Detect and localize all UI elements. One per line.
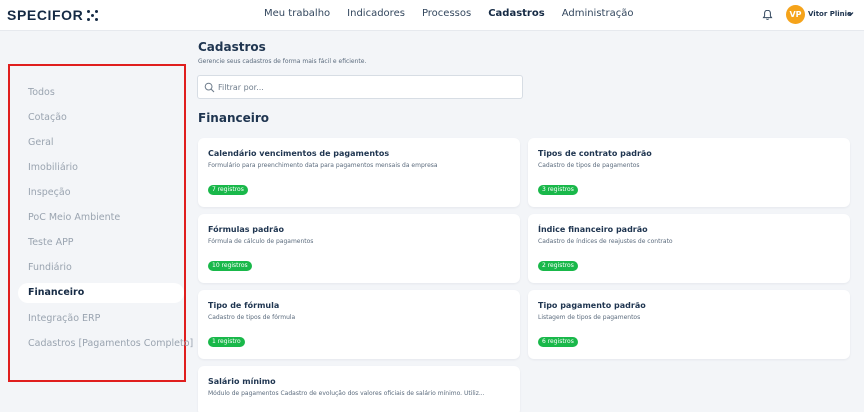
sidebar-item-geral[interactable]: Geral xyxy=(18,133,184,153)
records-count-badge: 2 registros xyxy=(538,261,578,271)
card-title: Fórmulas padrão xyxy=(208,225,284,234)
sidebar-item-todos[interactable]: Todos xyxy=(18,83,184,103)
search-icon xyxy=(204,82,215,93)
logo-text: SPECIFOR xyxy=(7,7,84,23)
page-title: Cadastros xyxy=(198,40,266,54)
sidebar-item-cotacao[interactable]: Cotação xyxy=(18,108,184,128)
records-count-badge: 1 registro xyxy=(208,337,245,347)
card-tipos-de-contrato[interactable]: Tipos de contrato padrão Cadastro de tip… xyxy=(528,138,850,207)
sidebar-item-poc-meio-ambiente[interactable]: PoC Meio Ambiente xyxy=(18,208,184,228)
sidebar-item-inspecao[interactable]: Inspeção xyxy=(18,183,184,203)
card-title: Índice financeiro padrão xyxy=(538,225,648,234)
records-count-badge: 3 registros xyxy=(538,185,578,195)
card-description: Formulário para preenchimento data para … xyxy=(208,162,438,169)
card-tipo-de-formula[interactable]: Tipo de fórmula Cadastro de tipos de fór… xyxy=(198,290,520,359)
nav-meu-trabalho[interactable]: Meu trabalho xyxy=(264,8,330,19)
card-description: Cadastro de tipos de pagamentos xyxy=(538,162,640,169)
section-title: Financeiro xyxy=(198,111,270,125)
card-calendario-vencimentos[interactable]: Calendário vencimentos de pagamentos For… xyxy=(198,138,520,207)
records-count-badge: 7 registros xyxy=(208,185,248,195)
nav-administracao[interactable]: Administração xyxy=(562,8,634,19)
user-name[interactable]: Vitor Plinio xyxy=(808,10,852,18)
card-title: Tipo de fórmula xyxy=(208,301,280,310)
nav-indicadores[interactable]: Indicadores xyxy=(347,8,405,19)
card-description: Cadastro de índices de reajustes de cont… xyxy=(538,238,673,245)
sidebar-item-imobiliario[interactable]: Imobiliário xyxy=(18,158,184,178)
category-sidebar: Todos Cotação Geral Imobiliário Inspeção… xyxy=(8,64,193,382)
card-title: Salário mínimo xyxy=(208,377,276,386)
filter-input[interactable] xyxy=(218,79,508,95)
nav-cadastros[interactable]: Cadastros xyxy=(488,8,544,19)
chevron-down-icon[interactable] xyxy=(847,11,854,17)
card-tipo-pagamento[interactable]: Tipo pagamento padrão Listagem de tipos … xyxy=(528,290,850,359)
filter-search-box xyxy=(197,75,523,99)
card-formulas-padrao[interactable]: Fórmulas padrão Fórmula de cálculo de pa… xyxy=(198,214,520,283)
sidebar-item-fundiario[interactable]: Fundiário xyxy=(18,258,184,278)
card-indice-financeiro[interactable]: Índice financeiro padrão Cadastro de índ… xyxy=(528,214,850,283)
card-title: Tipo pagamento padrão xyxy=(538,301,646,310)
logo-dots-icon xyxy=(87,9,99,21)
card-title: Calendário vencimentos de pagamentos xyxy=(208,149,390,158)
card-description: Fórmula de cálculo de pagamentos xyxy=(208,238,314,245)
avatar[interactable]: VP xyxy=(786,5,805,24)
top-navigation-bar: SPECIFOR Meu trabalho Indicadores Proces… xyxy=(0,0,864,31)
card-salario-minimo[interactable]: Salário mínimo Módulo de pagamentos Cada… xyxy=(198,366,520,412)
card-description: Módulo de pagamentos Cadastro de evoluçã… xyxy=(208,390,485,397)
nav-processos[interactable]: Processos xyxy=(422,8,471,19)
app-logo[interactable]: SPECIFOR xyxy=(7,7,99,23)
sidebar-item-financeiro[interactable]: Financeiro xyxy=(18,283,184,303)
card-description: Cadastro de tipos de fórmula xyxy=(208,314,296,321)
sidebar-item-teste-app[interactable]: Teste APP xyxy=(18,233,184,253)
page-subtitle: Gerencie seus cadastros de forma mais fá… xyxy=(198,58,367,65)
bell-icon[interactable] xyxy=(762,9,773,21)
main-nav: Meu trabalho Indicadores Processos Cadas… xyxy=(264,8,650,19)
card-description: Listagem de tipos de pagamentos xyxy=(538,314,641,321)
records-count-badge: 10 registros xyxy=(208,261,252,271)
sidebar-item-cadastros-pagamentos-completo[interactable]: Cadastros [Pagamentos Completo] xyxy=(18,334,193,354)
records-count-badge: 6 registros xyxy=(538,337,578,347)
sidebar-item-integracao-erp[interactable]: Integração ERP xyxy=(18,309,184,329)
card-title: Tipos de contrato padrão xyxy=(538,149,652,158)
